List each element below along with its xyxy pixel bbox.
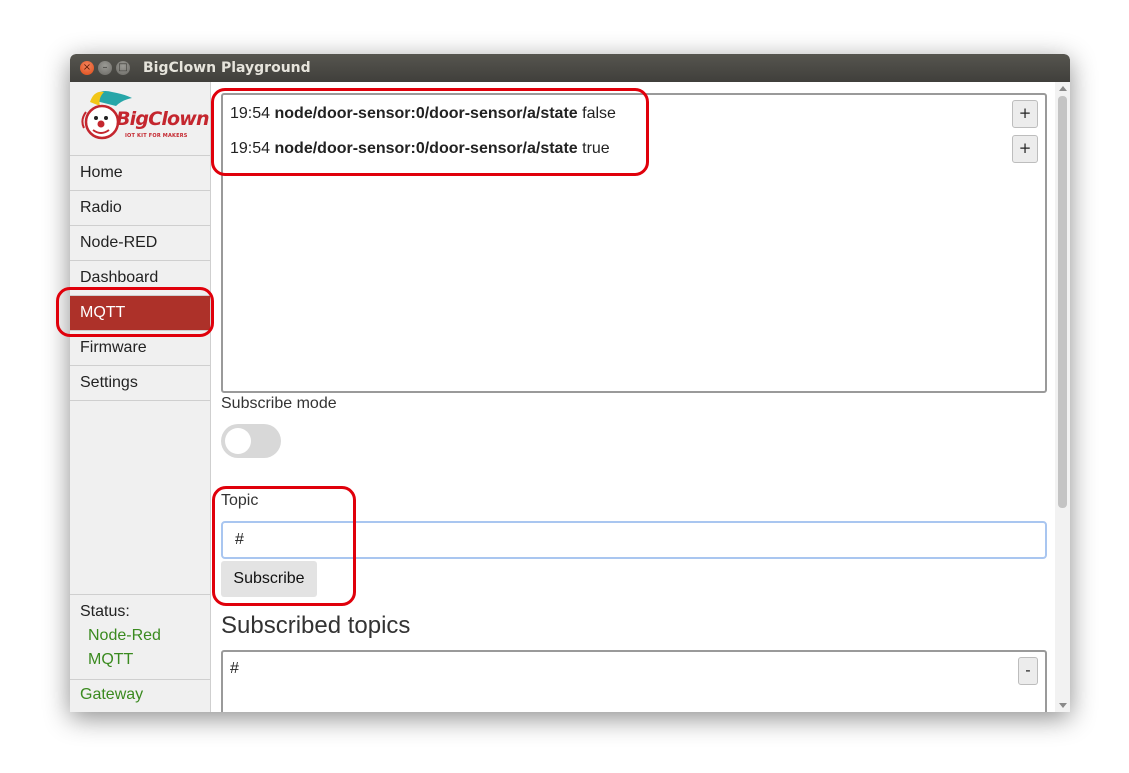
mqtt-panel: 19:54 node/door-sensor:0/door-sensor/a/s… [211, 82, 1070, 712]
status-title: Status: [80, 603, 130, 620]
status-gateway: Gateway [80, 686, 144, 703]
close-window-button[interactable]: × [80, 61, 94, 75]
add-topic-button[interactable]: + [1012, 100, 1038, 128]
annotation-outline-messages [211, 88, 649, 176]
bigclown-logo: BigClown IOT KIT FOR MAKERS [70, 82, 210, 156]
subscribed-topics-heading: Subscribed topics [221, 612, 411, 639]
status-mqtt: MQTT [88, 651, 134, 668]
add-topic-button[interactable]: + [1012, 135, 1038, 163]
minimize-window-button[interactable]: – [98, 61, 112, 75]
scrollbar-thumb[interactable] [1058, 96, 1067, 508]
logo-tagline: IOT KIT FOR MAKERS [125, 133, 188, 139]
unsubscribe-button[interactable]: - [1018, 657, 1038, 685]
scroll-up-arrow-icon[interactable] [1059, 86, 1067, 91]
sidebar-item-settings[interactable]: Settings [70, 366, 210, 401]
sidebar-nav: Home Radio Node-RED Dashboard MQTT Firmw… [70, 156, 210, 401]
subscribed-topics-list: # - [221, 650, 1047, 712]
sidebar: BigClown IOT KIT FOR MAKERS Home Radio N… [70, 82, 211, 712]
title-bar: × – □ BigClown Playground [70, 54, 1070, 82]
subscribed-topic: # [230, 660, 239, 677]
gateway-status-row: Gateway [70, 679, 210, 712]
annotation-outline-mqtt [56, 287, 214, 337]
logo-wordmark: BigClown [116, 108, 210, 130]
sidebar-item-node-red[interactable]: Node-RED [70, 226, 210, 261]
maximize-window-button[interactable]: □ [116, 61, 130, 75]
toggle-knob [225, 428, 251, 454]
sidebar-item-home[interactable]: Home [70, 156, 210, 191]
subscribe-mode-label: Subscribe mode [221, 395, 337, 412]
status-node-red: Node-Red [88, 627, 161, 644]
subscribe-mode-toggle[interactable] [221, 424, 281, 458]
sidebar-item-radio[interactable]: Radio [70, 191, 210, 226]
scroll-down-arrow-icon[interactable] [1059, 703, 1067, 708]
vertical-scrollbar[interactable] [1055, 82, 1070, 712]
window-title: BigClown Playground [143, 60, 311, 76]
status-panel: Status: Node-Red MQTT [70, 594, 210, 668]
annotation-outline-topic [212, 486, 356, 606]
